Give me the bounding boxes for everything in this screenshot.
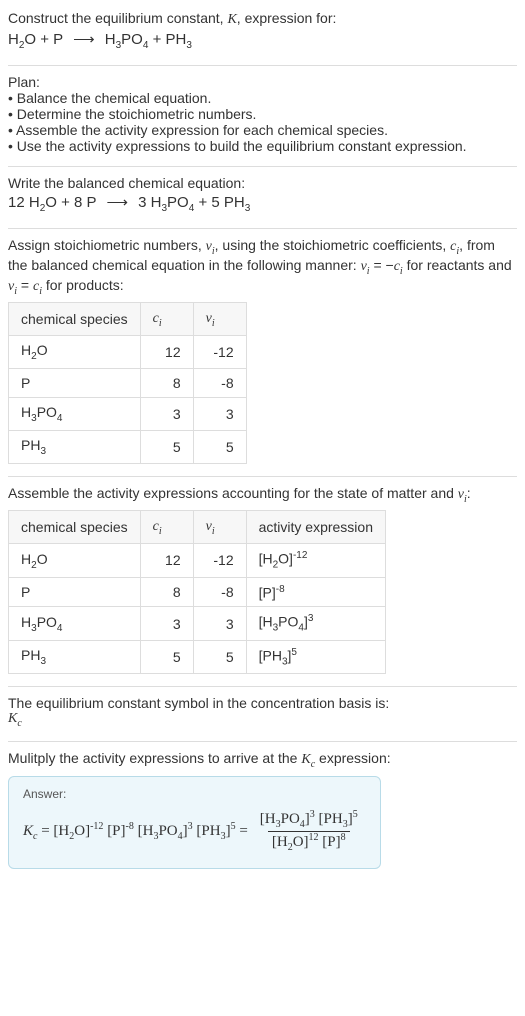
divider [8,228,517,229]
balanced-title: Write the balanced chemical equation: [8,175,517,191]
unbalanced-equation: H2O + P ⟶ H3PO4 + PH3 [8,28,517,53]
cell-species: H3PO4 [9,607,141,640]
cell-ci: 8 [140,577,193,607]
cell-vi: 5 [193,430,246,463]
answer-fraction: [H3PO4]3 [PH3]5 [H2O]12 [P]8 [256,809,362,854]
cell-species: PH3 [9,430,141,463]
arrow-icon: ⟶ [100,194,134,211]
table-row: H3PO4 3 3 [H3PO4]3 [9,607,386,640]
divider [8,166,517,167]
prompt-section: Construct the equilibrium constant, K, e… [8,4,517,63]
divider [8,741,517,742]
stoich-title-d: for reactants and [403,257,512,273]
divider [8,65,517,66]
table-header-row: chemical species ci νi [9,303,247,336]
divider [8,476,517,477]
multiply-line: Mulitply the activity expressions to arr… [8,750,517,770]
activity-title: Assemble the activity expressions accoun… [8,485,517,505]
kc-symbol-line: The equilibrium constant symbol in the c… [8,695,517,711]
prompt-text-b: , expression for: [237,10,337,26]
cell-ci: 12 [140,544,193,577]
plan-title: Plan: [8,74,517,90]
cell-ci: 5 [140,640,193,673]
plan-item-4: • Use the activity expressions to build … [8,138,517,154]
cell-vi: -8 [193,577,246,607]
answer-box: Answer: Kc = [H2O]-12 [P]-8 [H3PO4]3 [PH… [8,776,381,869]
answer-label: Answer: [23,787,366,801]
activity-section: Assemble the activity expressions accoun… [8,479,517,685]
cell-activity: [H2O]-12 [246,544,385,577]
col-vi: νi [193,303,246,336]
divider [8,686,517,687]
cell-species: H3PO4 [9,397,141,430]
cell-ci: 5 [140,430,193,463]
col-activity: activity expression [246,511,385,544]
cell-vi: -12 [193,336,246,369]
stoich-title: Assign stoichiometric numbers, νi, using… [8,237,517,296]
kc-symbol-section: The equilibrium constant symbol in the c… [8,689,517,739]
ci-symbol: ci [153,311,162,326]
col-vi: νi [193,511,246,544]
table-row: H3PO4 3 3 [9,397,247,430]
col-species: chemical species [9,511,141,544]
vi-symbol: νi [206,311,215,326]
prompt-text-a: Construct the equilibrium constant, [8,10,227,26]
cell-vi: 3 [193,397,246,430]
arrow-icon: ⟶ [67,31,101,48]
plan-item-3: • Assemble the activity expression for e… [8,122,517,138]
prompt-K: K [227,12,236,27]
table-row: PH3 5 5 [PH3]5 [9,640,386,673]
table-row: P 8 -8 [9,368,247,397]
col-ci: ci [140,511,193,544]
plan-item-2: • Determine the stoichiometric numbers. [8,106,517,122]
prompt-line: Construct the equilibrium constant, K, e… [8,10,517,28]
stoich-title-a: Assign stoichiometric numbers, [8,237,206,253]
table-header-row: chemical species ci νi activity expressi… [9,511,386,544]
cell-species: H2O [9,544,141,577]
col-ci: ci [140,303,193,336]
cell-ci: 3 [140,607,193,640]
cell-species: P [9,577,141,607]
stoich-title-b: , using the stoichiometric coefficients, [215,237,451,253]
cell-vi: -12 [193,544,246,577]
col-species: chemical species [9,303,141,336]
plan-section: Plan: • Balance the chemical equation. •… [8,68,517,164]
cell-vi: -8 [193,368,246,397]
cell-species: PH3 [9,640,141,673]
coef-1: 12 [8,194,25,211]
activity-title-a: Assemble the activity expressions accoun… [8,485,458,501]
coef-2: 8 [74,194,82,211]
cell-vi: 5 [193,640,246,673]
table-row: P 8 -8 [P]-8 [9,577,386,607]
cell-species: H2O [9,336,141,369]
stoich-section: Assign stoichiometric numbers, νi , using… [8,231,517,474]
balanced-section: Write the balanced chemical equation: 12… [8,169,517,226]
activity-title-b: : [467,485,471,501]
plan-item-1: • Balance the chemical equation. [8,90,517,106]
cell-activity: [P]-8 [246,577,385,607]
table-row: H2O 12 -12 [9,336,247,369]
cell-ci: 8 [140,368,193,397]
document-root: Construct the equilibrium constant, K, e… [0,0,525,899]
table-row: PH3 5 5 [9,430,247,463]
cell-ci: 3 [140,397,193,430]
stoich-title-e: for products: [42,277,124,293]
balanced-equation: 12 H2O + 8 P ⟶ 3 H3PO4 + 5 PH3 [8,191,517,216]
table-row: H2O 12 -12 [H2O]-12 [9,544,386,577]
multiply-section: Mulitply the activity expressions to arr… [8,744,517,879]
kc-symbol: Kc [8,711,517,729]
cell-species: P [9,368,141,397]
answer-expression: Kc = [H2O]-12 [P]-8 [H3PO4]3 [PH3]5 = [H… [23,809,366,854]
mult-text-a: Mulitply the activity expressions to arr… [8,750,301,766]
activity-table: chemical species ci νi activity expressi… [8,510,386,674]
cell-activity: [PH3]5 [246,640,385,673]
cell-ci: 12 [140,336,193,369]
stoich-table: chemical species ci νi H2O 12 -12 P 8 -8… [8,302,247,463]
cell-activity: [H3PO4]3 [246,607,385,640]
mult-text-b: expression: [315,750,390,766]
coef-4: 5 [211,194,219,211]
cell-vi: 3 [193,607,246,640]
coef-3: 3 [138,194,146,211]
